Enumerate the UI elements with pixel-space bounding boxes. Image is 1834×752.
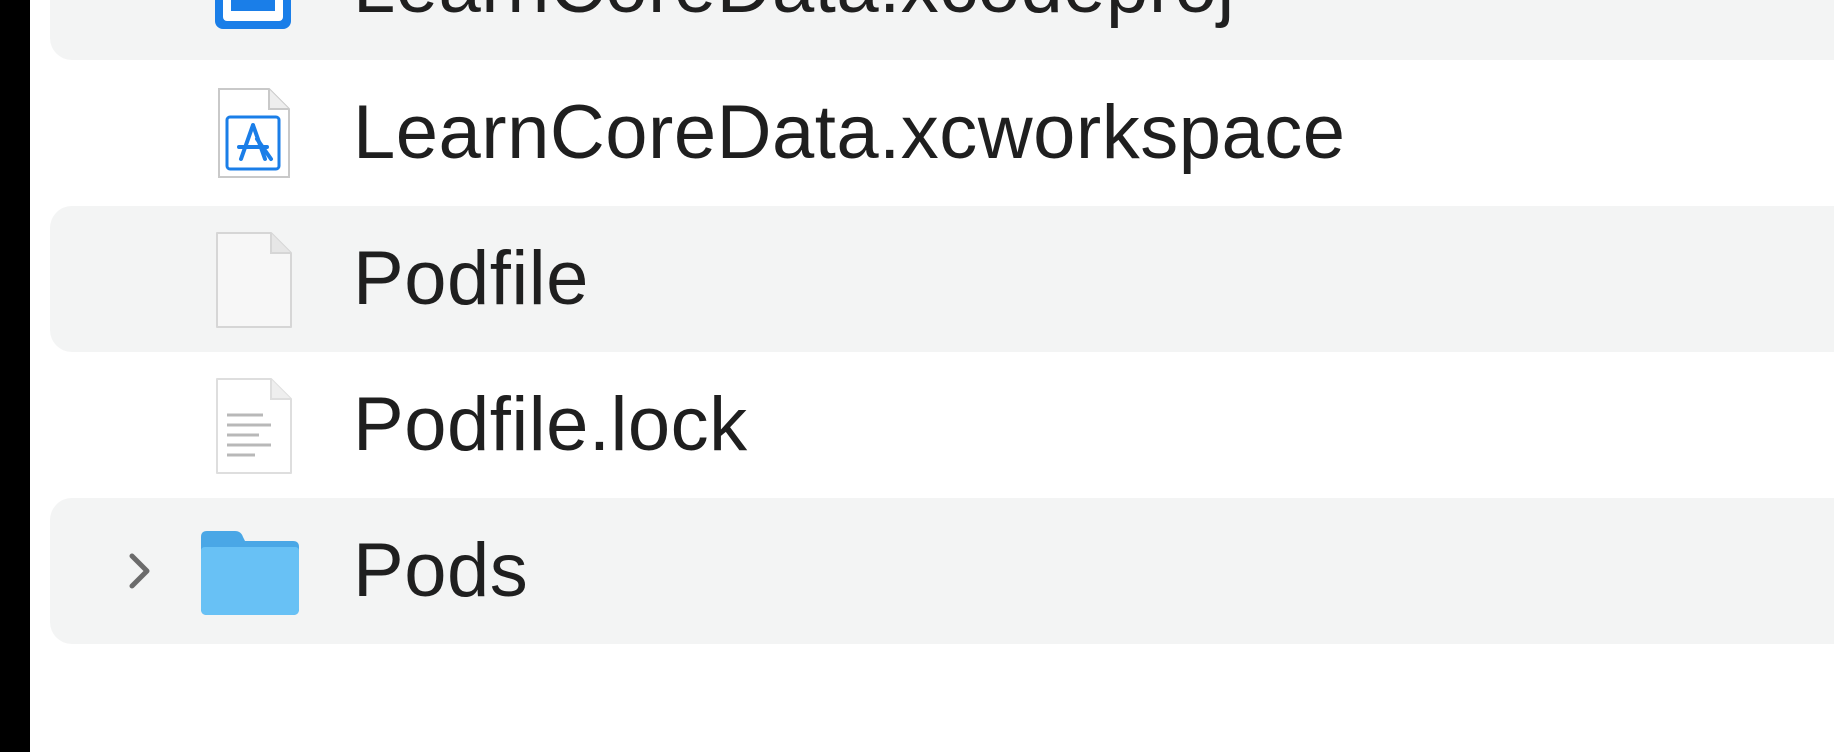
file-name: Pods <box>353 528 529 613</box>
file-name: Podfile.lock <box>353 382 748 467</box>
xcode-workspace-icon <box>205 78 301 188</box>
blank-document-icon <box>205 224 301 334</box>
file-name: LearnCoreData.xcworkspace <box>353 90 1346 175</box>
list-item-podfile-lock[interactable]: Podfile.lock <box>50 352 1834 498</box>
folder-icon <box>195 516 305 626</box>
finder-window: LearnCoreData.xcodeproj LearnCoreData.xc… <box>30 0 1834 752</box>
list-item-podfile[interactable]: Podfile <box>50 206 1834 352</box>
xcode-project-icon <box>205 0 301 42</box>
chevron-right-icon[interactable] <box>120 541 160 601</box>
list-item-xcworkspace[interactable]: LearnCoreData.xcworkspace <box>50 60 1834 206</box>
list-item-xcodeproj[interactable]: LearnCoreData.xcodeproj <box>50 0 1834 60</box>
list-item-pods[interactable]: Pods <box>50 498 1834 644</box>
text-document-icon <box>205 370 301 480</box>
file-list: LearnCoreData.xcodeproj LearnCoreData.xc… <box>30 0 1834 644</box>
file-name: LearnCoreData.xcodeproj <box>353 0 1235 25</box>
file-name: Podfile <box>353 236 589 321</box>
